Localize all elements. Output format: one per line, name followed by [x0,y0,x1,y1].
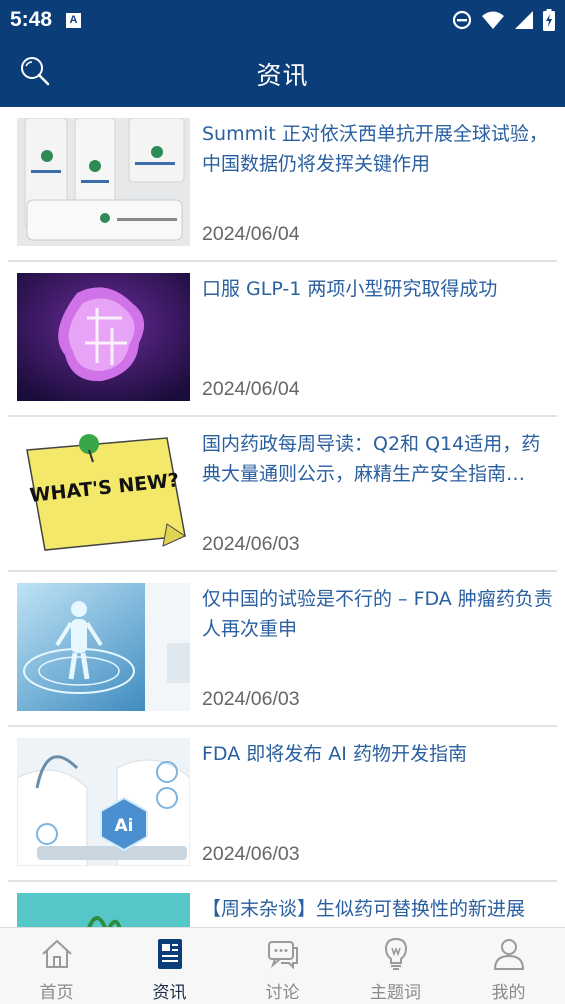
article-thumbnail: Ai [17,738,190,866]
article-date: 2024/06/04 [202,223,300,245]
home-icon [41,939,72,968]
news-item[interactable]: 【周末杂谈】生似药可替换性的新进展 [8,882,557,927]
ai-chip-text: Ai [115,816,134,836]
article-title[interactable]: 国内药政每周导读：Q2和 Q14适用，药典大量通则公示，麻精生产安全指南… [202,429,555,489]
app-bar: 资讯 [0,40,565,107]
article-date: 2024/06/04 [202,378,300,400]
tab-home[interactable]: 首页 [0,928,113,1004]
tab-label: 首页 [39,983,74,1003]
news-icon [157,939,182,969]
bottom-tab-bar: 首页 资讯 讨论 主题词 我的 [0,927,565,1004]
article-thumbnail [17,273,190,401]
user-icon [493,939,524,970]
news-item[interactable]: 仅中国的试验是不行的 – FDA 肿瘤药负责人再次重申 2024/06/03 [8,572,557,727]
status-time: 5:48 [10,8,53,31]
article-date: 2024/06/03 [202,843,300,865]
do-not-disturb-icon [452,10,472,30]
news-item[interactable]: Ai FDA 即将发布 AI 药物开发指南 2024/06/03 [8,727,557,882]
search-icon[interactable] [18,54,52,88]
news-item[interactable]: Summit 正对依沃西单抗开展全球试验，中国数据仍将发挥关键作用 2024/0… [8,107,557,262]
tab-label: 主题词 [370,983,421,1003]
article-thumbnail [17,583,190,711]
article-thumbnail: WHAT'S NEW? [17,428,190,556]
tab-news[interactable]: 资讯 [113,928,226,1004]
page-title: 资讯 [256,60,309,90]
chat-icon [267,941,298,970]
cell-signal-icon [515,11,533,29]
tab-profile[interactable]: 我的 [452,928,565,1004]
notification-a-icon: A [66,12,82,28]
article-title[interactable]: 【周末杂谈】生似药可替换性的新进展 [202,894,555,924]
news-item[interactable]: WHAT'S NEW? 国内药政每周导读：Q2和 Q14适用，药典大量通则公示，… [8,417,557,572]
article-thumbnail [17,893,190,927]
battery-charging-icon [543,9,555,31]
tab-keywords[interactable]: 主题词 [339,928,452,1004]
news-list[interactable]: Summit 正对依沃西单抗开展全球试验，中国数据仍将发挥关键作用 2024/0… [0,107,565,927]
tab-label: 我的 [491,983,526,1003]
article-title[interactable]: 口服 GLP-1 两项小型研究取得成功 [202,274,555,304]
article-title[interactable]: 仅中国的试验是不行的 – FDA 肿瘤药负责人再次重申 [202,584,555,644]
wifi-icon [482,11,504,29]
article-date: 2024/06/03 [202,533,300,555]
article-title[interactable]: Summit 正对依沃西单抗开展全球试验，中国数据仍将发挥关键作用 [202,119,555,179]
tab-label: 讨论 [265,983,300,1003]
lightbulb-icon [384,937,407,970]
article-title[interactable]: FDA 即将发布 AI 药物开发指南 [202,739,555,769]
tab-label: 资讯 [152,983,187,1003]
article-date: 2024/06/03 [202,688,300,710]
status-bar: 5:48 A [0,0,565,40]
news-item[interactable]: 口服 GLP-1 两项小型研究取得成功 2024/06/04 [8,262,557,417]
tab-discussion[interactable]: 讨论 [226,928,339,1004]
article-thumbnail [17,118,190,246]
